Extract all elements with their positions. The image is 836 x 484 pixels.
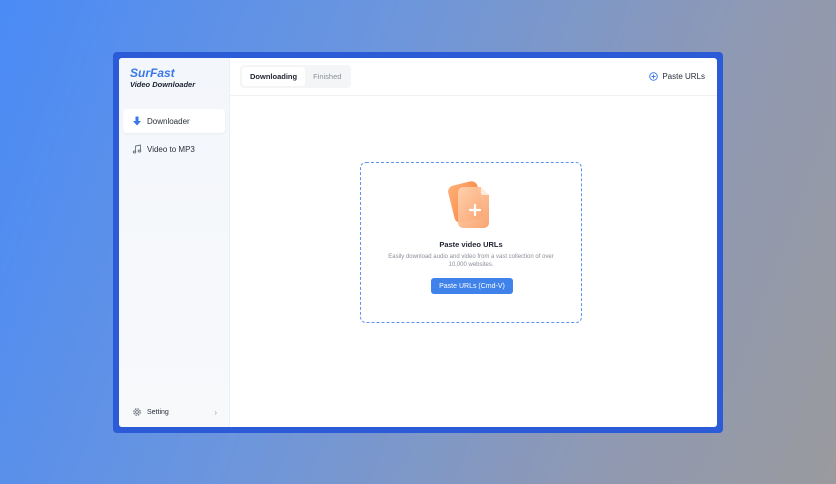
main-panel: Downloading Finished Paste URLs Paste vi…: [230, 58, 717, 427]
brand-logo: SurFast Video Downloader: [119, 58, 229, 90]
paste-urls-button[interactable]: Paste URLs: [649, 72, 705, 81]
sidebar-item-downloader[interactable]: Downloader: [123, 109, 225, 133]
chevron-right-icon: ›: [214, 407, 217, 417]
app-window: SurFast Video Downloader Downloader Vide…: [119, 58, 717, 427]
gear-icon: [132, 407, 142, 417]
paste-urls-label: Paste URLs: [662, 72, 705, 81]
brand-name: SurFast: [130, 66, 175, 80]
sidebar: SurFast Video Downloader Downloader Vide…: [119, 58, 230, 427]
app-window-frame: SurFast Video Downloader Downloader Vide…: [113, 52, 723, 433]
setting-button[interactable]: Setting ›: [132, 407, 217, 417]
dropzone-title: Paste video URLs: [439, 240, 503, 249]
download-arrow-icon: [132, 116, 142, 126]
brand-subtitle: Video Downloader: [130, 80, 196, 89]
dropzone-description: Easily download audio and video from a v…: [388, 254, 554, 268]
sidebar-nav: Downloader Video to MP3: [119, 109, 229, 161]
music-note-icon: [132, 144, 142, 154]
url-dropzone[interactable]: Paste video URLs Easily download audio a…: [360, 162, 582, 323]
tab-group: Downloading Finished: [240, 65, 352, 88]
paste-urls-cmd-v-button[interactable]: Paste URLs (Cmd-V): [431, 278, 513, 294]
content-area: Paste video URLs Easily download audio a…: [230, 96, 717, 427]
file-add-icon: [445, 177, 497, 231]
plus-circle-icon: [649, 72, 659, 81]
sidebar-item-label: Downloader: [147, 116, 190, 126]
sidebar-item-video-to-mp3[interactable]: Video to MP3: [123, 137, 225, 161]
setting-label: Setting: [147, 408, 169, 416]
sidebar-item-label: Video to MP3: [147, 144, 195, 154]
top-bar: Downloading Finished Paste URLs: [230, 58, 717, 96]
tab-finished[interactable]: Finished: [305, 67, 349, 86]
tab-downloading[interactable]: Downloading: [242, 67, 306, 86]
